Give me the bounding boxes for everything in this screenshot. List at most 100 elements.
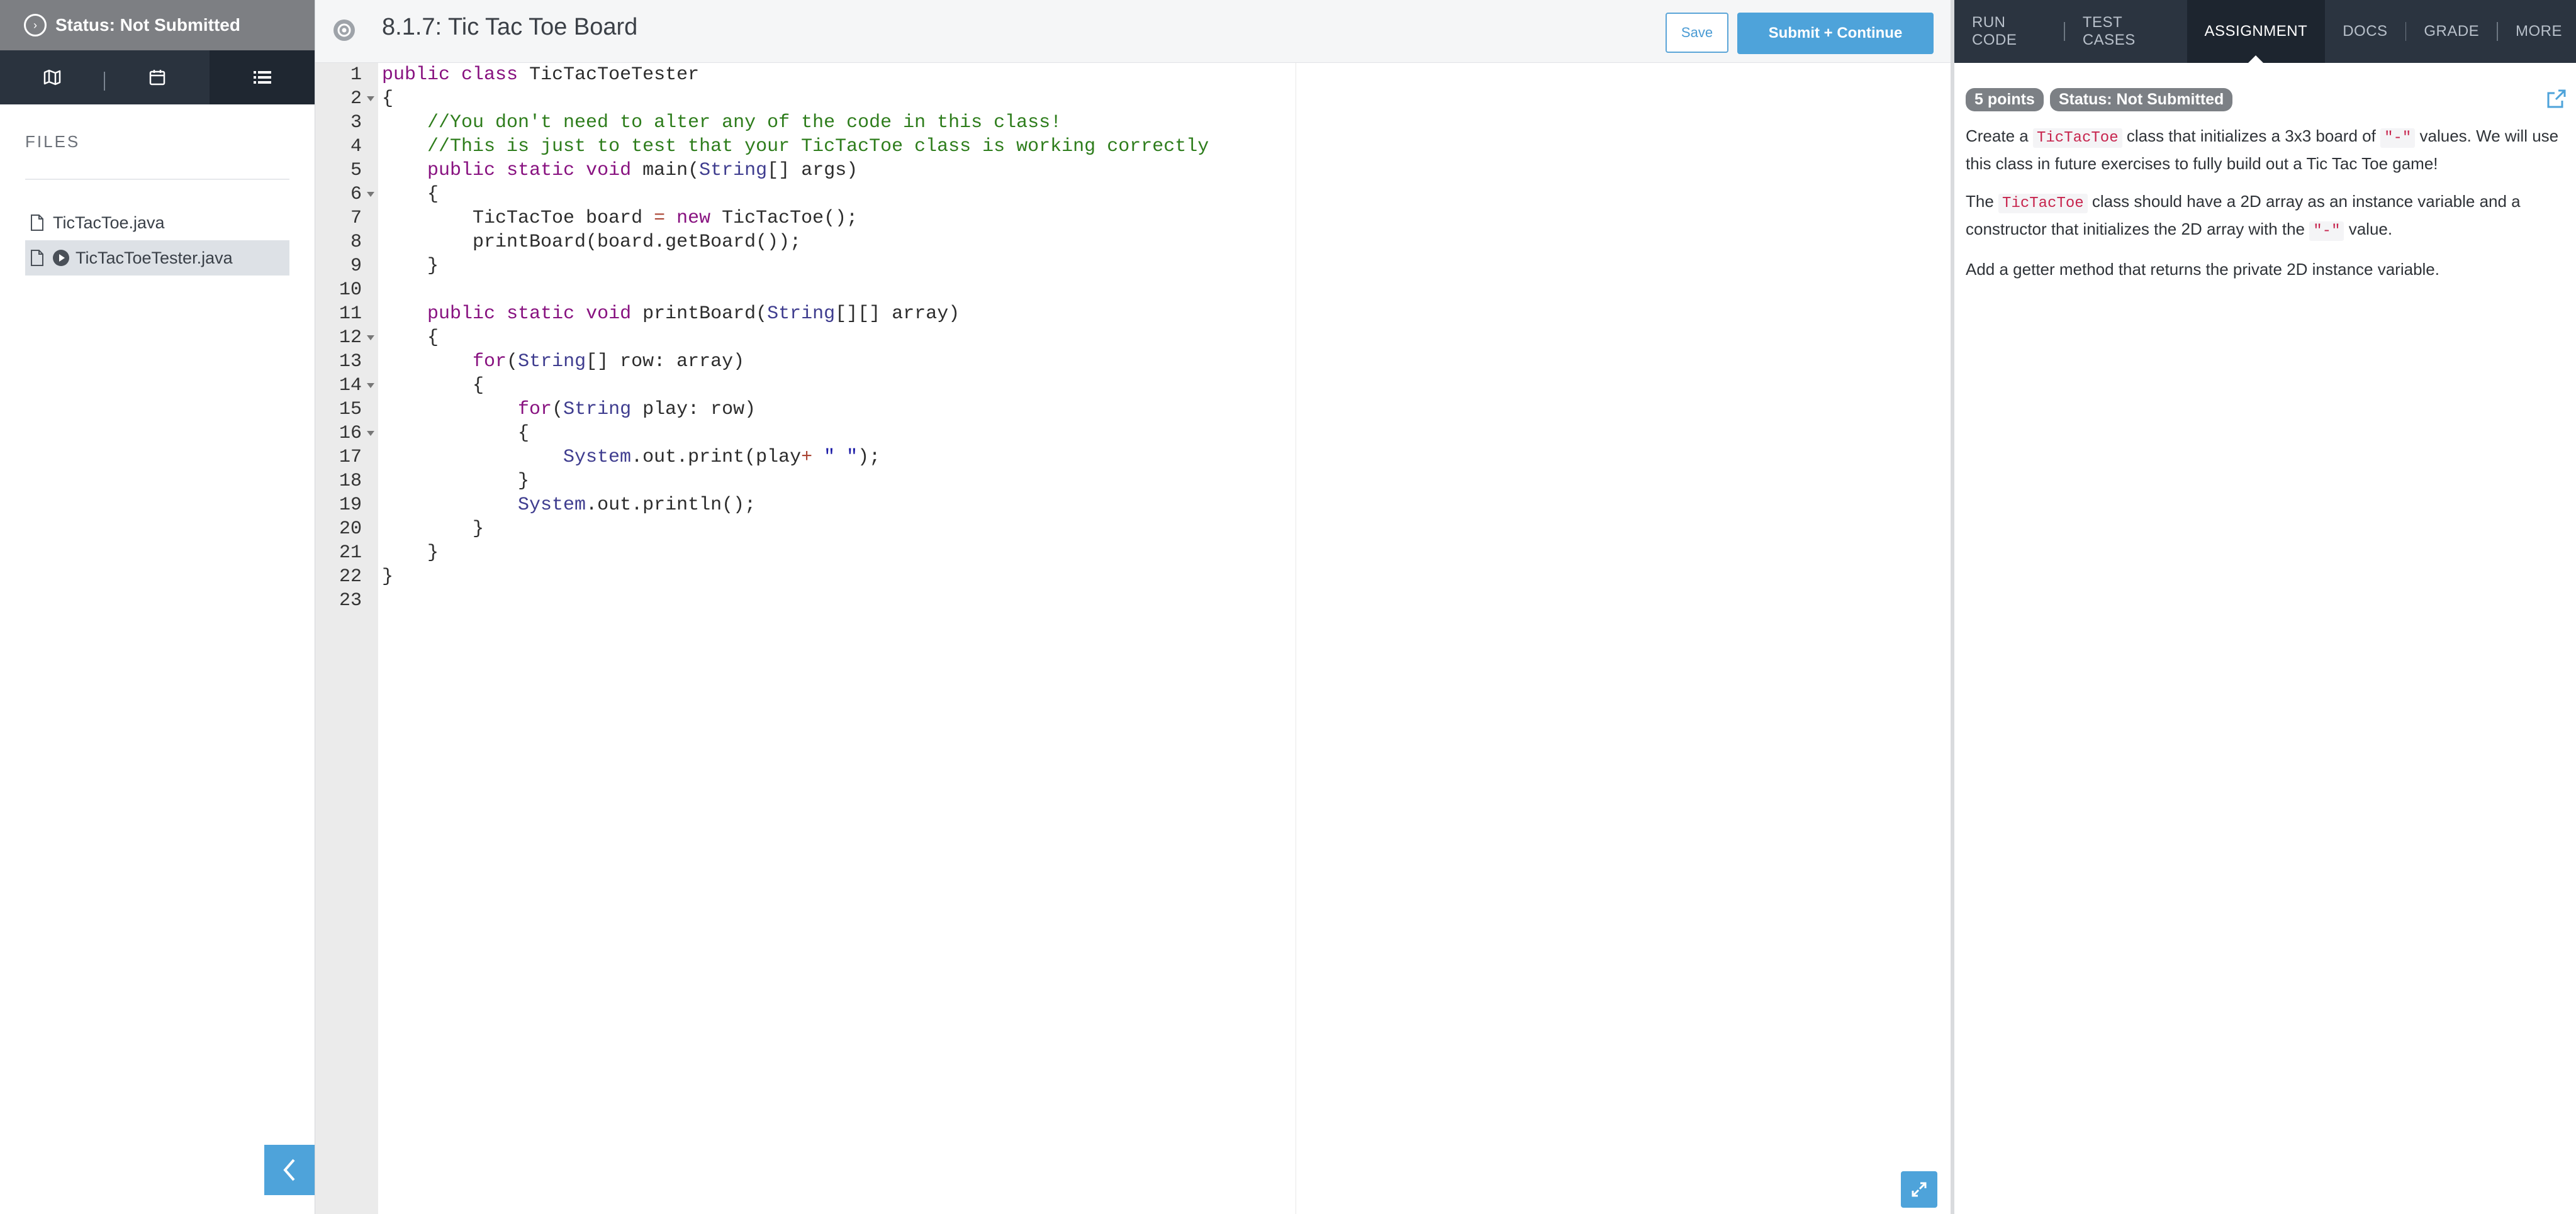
line-number: 18 xyxy=(311,469,362,493)
description-text: Create a xyxy=(1966,126,2029,145)
file-icon xyxy=(30,214,44,231)
line-number: 10 xyxy=(311,278,362,302)
line-number: 2 xyxy=(311,87,362,111)
description-text: value. xyxy=(2349,220,2392,238)
code-line: public static void printBoard(String[][]… xyxy=(382,302,960,326)
description-paragraph: Add a getter method that returns the pri… xyxy=(1966,257,2563,282)
code-line: public class TicTacToeTester xyxy=(382,63,699,87)
line-number: 19 xyxy=(311,493,362,517)
code-line: TicTacToe board = new TicTacToe(); xyxy=(382,206,858,230)
line-number: 23 xyxy=(311,589,362,613)
code-editor-pane: 8.1.7: Tic Tac Toe Board Save Submit + C… xyxy=(315,0,1951,1214)
status-badge: Status: Not Submitted xyxy=(2050,88,2233,111)
code-line: System.out.print(play+ " "); xyxy=(382,445,880,469)
save-button[interactable]: Save xyxy=(1666,13,1728,53)
sidebar-nav xyxy=(0,50,315,104)
code-line: { xyxy=(382,87,393,111)
code-line: public static void main(String[] args) xyxy=(382,159,858,182)
tab-test-cases[interactable]: TEST CASES xyxy=(2065,0,2187,63)
exercise-title: 8.1.7: Tic Tac Toe Board xyxy=(382,14,637,41)
chevron-right-circle-icon: › xyxy=(24,14,47,36)
code-line: { xyxy=(382,326,439,350)
code-line: for(String play: row) xyxy=(382,398,756,421)
list-icon xyxy=(252,68,272,87)
code-line: } xyxy=(382,541,439,565)
description-text: class that initializes a 3x3 board of xyxy=(2127,126,2376,145)
fold-arrow-icon[interactable] xyxy=(367,383,374,388)
code-line: } xyxy=(382,469,529,493)
chevron-left-icon xyxy=(280,1157,299,1183)
line-number: 16 xyxy=(311,421,362,445)
collapse-sidebar-button[interactable] xyxy=(264,1145,315,1195)
description-paragraph: The TicTacToe class should have a 2D arr… xyxy=(1966,189,2563,244)
fold-arrow-icon[interactable] xyxy=(367,335,374,340)
tab-map[interactable] xyxy=(0,50,105,104)
line-number: 1 xyxy=(311,63,362,87)
line-number: 3 xyxy=(311,111,362,135)
left-sidebar: › Status: Not Submitted xyxy=(0,0,315,1214)
file-item-tictactoetester[interactable]: TicTacToeTester.java xyxy=(25,240,289,276)
line-number: 20 xyxy=(311,517,362,541)
fold-arrow-icon[interactable] xyxy=(367,96,374,101)
code-line: //This is just to test that your TicTacT… xyxy=(382,135,1209,159)
description-text: The xyxy=(1966,192,1994,211)
code-line: } xyxy=(382,565,393,589)
code-line: System.out.println(); xyxy=(382,493,756,517)
line-number: 6 xyxy=(311,182,362,206)
files-divider xyxy=(25,179,289,180)
inline-code: "-" xyxy=(2380,128,2415,148)
code-line: for(String[] row: array) xyxy=(382,350,744,374)
tab-docs[interactable]: DOCS xyxy=(2325,0,2405,63)
fullscreen-button[interactable] xyxy=(1901,1171,1937,1208)
fold-arrow-icon[interactable] xyxy=(367,431,374,436)
file-name: TicTacToe.java xyxy=(53,213,165,233)
line-number: 17 xyxy=(311,445,362,469)
tab-files[interactable] xyxy=(210,50,315,104)
line-number: 4 xyxy=(311,135,362,159)
right-panel: RUN CODE TEST CASES ASSIGNMENT DOCS GRAD… xyxy=(1951,0,2576,1214)
files-heading: FILES xyxy=(25,132,80,152)
line-number: 13 xyxy=(311,350,362,374)
tab-more[interactable]: MORE xyxy=(2498,0,2576,63)
run-target-icon xyxy=(53,250,69,266)
tab-calendar[interactable] xyxy=(105,50,210,104)
fold-arrow-icon[interactable] xyxy=(367,192,374,197)
tab-assignment[interactable]: ASSIGNMENT xyxy=(2187,0,2326,63)
code-line: { xyxy=(382,421,529,445)
expand-icon xyxy=(1910,1181,1928,1198)
file-name: TicTacToeTester.java xyxy=(76,248,233,268)
inline-code: TicTacToe xyxy=(1998,194,2088,213)
line-number: 5 xyxy=(311,159,362,182)
line-number: 14 xyxy=(311,374,362,398)
file-item-tictactoe[interactable]: TicTacToe.java xyxy=(25,205,289,240)
tab-run-code[interactable]: RUN CODE xyxy=(1954,0,2064,63)
tab-grade[interactable]: GRADE xyxy=(2406,0,2497,63)
code-line: } xyxy=(382,254,439,278)
editor-header: 8.1.7: Tic Tac Toe Board Save Submit + C… xyxy=(315,0,1951,63)
external-link-icon[interactable] xyxy=(2546,88,2567,109)
code-line: //You don't need to alter any of the cod… xyxy=(382,111,1061,135)
line-number: 9 xyxy=(311,254,362,278)
submission-status-text: Status: Not Submitted xyxy=(55,15,240,35)
submission-status-bar: › Status: Not Submitted xyxy=(0,0,315,50)
assignment-description: Create a TicTacToe class that initialize… xyxy=(1966,123,2563,294)
inline-code: "-" xyxy=(2309,221,2344,241)
line-number: 15 xyxy=(311,398,362,421)
calendar-icon xyxy=(148,68,167,87)
line-number: 21 xyxy=(311,541,362,565)
line-number: 12 xyxy=(311,326,362,350)
assignment-badges: 5 points Status: Not Submitted xyxy=(1966,88,2239,111)
line-number: 8 xyxy=(311,230,362,254)
code-line: printBoard(board.getBoard()); xyxy=(382,230,801,254)
line-number: 11 xyxy=(311,302,362,326)
inline-code: TicTacToe xyxy=(2033,128,2122,148)
code-area[interactable]: public class TicTacToeTester { //You don… xyxy=(382,63,1942,1214)
line-number: 7 xyxy=(311,206,362,230)
line-number: 22 xyxy=(311,565,362,589)
map-icon xyxy=(43,68,62,87)
submit-continue-button[interactable]: Submit + Continue xyxy=(1737,13,1934,54)
description-paragraph: Create a TicTacToe class that initialize… xyxy=(1966,123,2563,176)
gear-icon[interactable] xyxy=(332,18,357,43)
right-panel-tabs: RUN CODE TEST CASES ASSIGNMENT DOCS GRAD… xyxy=(1954,0,2576,63)
line-number-gutter: 1 2 3 4 5 6 7 8 9 10 11 12 13 14 15 16 1… xyxy=(315,63,378,1214)
